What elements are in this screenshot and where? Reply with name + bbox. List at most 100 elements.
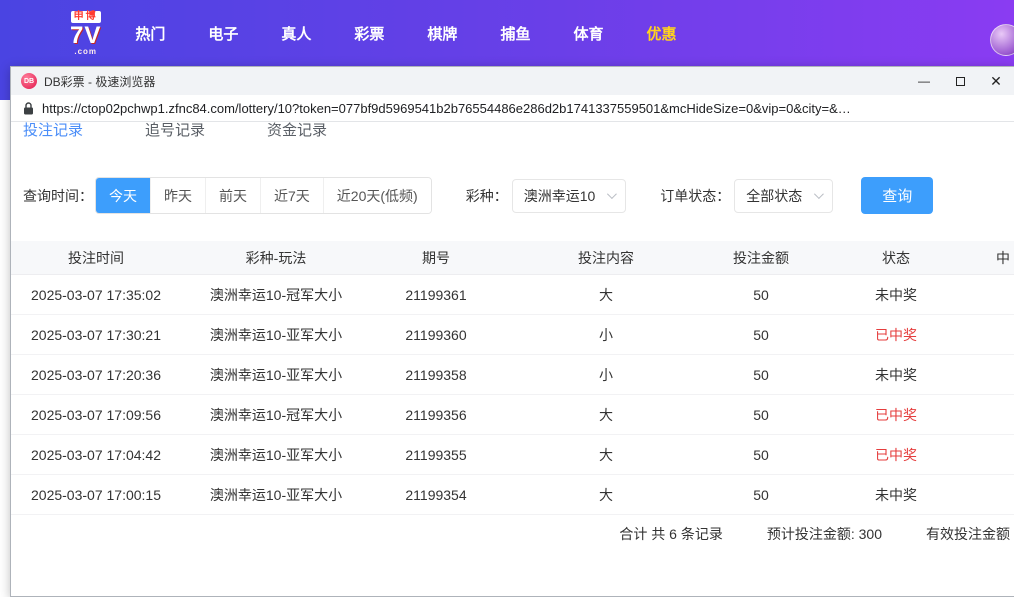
tab[interactable]: 投注记录 (23, 122, 83, 149)
lottery-select[interactable]: 澳洲幸运10 (512, 179, 627, 213)
lottery-select-value: 澳洲幸运10 (524, 186, 596, 206)
minimize-button[interactable]: — (906, 67, 942, 95)
browser-addressbar[interactable]: https://ctop02pchwp1.zfnc84.com/lottery/… (11, 95, 1014, 122)
site-logo-top-text: 申博 (71, 11, 101, 23)
nav-item[interactable]: 真人 (275, 19, 317, 48)
lock-icon (23, 102, 34, 115)
table-cell: 21199354 (371, 487, 501, 503)
status-cell: 已中奖 (811, 445, 981, 465)
nav-item[interactable]: 优惠 (640, 19, 682, 48)
table-row: 2025-03-07 17:30:21澳洲幸运10-亚军大小21199360小5… (11, 315, 1014, 355)
table-cell: 大 (501, 405, 711, 425)
nav-item[interactable]: 捕鱼 (494, 19, 536, 48)
window-titlebar[interactable]: DB DB彩票 - 极速浏览器 — ✕ (11, 67, 1014, 95)
nav-item[interactable]: 电子 (202, 19, 244, 48)
table-header-cell: 状态 (811, 248, 981, 268)
table-row: 2025-03-07 17:04:42澳洲幸运10-亚军大小21199355大5… (11, 435, 1014, 475)
table-row: 2025-03-07 17:00:15澳洲幸运10-亚军大小21199354大5… (11, 475, 1014, 515)
table-cell: 21199355 (371, 447, 501, 463)
table-cell: 21199361 (371, 287, 501, 303)
table-cell: 50 (711, 327, 811, 343)
table-header-cell: 投注内容 (501, 248, 711, 268)
table-cell: 澳洲幸运10-亚军大小 (181, 325, 371, 345)
table-cell: 大 (501, 285, 711, 305)
nav-item[interactable]: 彩票 (348, 19, 390, 48)
table-cell: 50 (711, 447, 811, 463)
maximize-button[interactable] (942, 67, 978, 95)
status-cell: 未中奖 (811, 285, 981, 305)
summary-item: 有效投注金额 (926, 524, 1010, 544)
table-cell: 50 (711, 287, 811, 303)
summary-item: 合计 共 6 条记录 (619, 524, 722, 544)
time-option[interactable]: 前天 (206, 178, 261, 213)
table-cell: 2025-03-07 17:04:42 (11, 447, 181, 463)
window-controls: — ✕ (906, 67, 1014, 95)
time-filter-label: 查询时间： (23, 186, 93, 206)
table-cell: 澳洲幸运10-亚军大小 (181, 445, 371, 465)
table-header-row: 投注时间彩种-玩法期号投注内容投注金额状态中 (11, 241, 1014, 275)
browser-window: DB DB彩票 - 极速浏览器 — ✕ https://ctop02pchwp1… (10, 66, 1014, 597)
time-option[interactable]: 近7天 (261, 178, 324, 213)
time-option[interactable]: 近20天(低频) (324, 178, 431, 213)
table-cell: 50 (711, 487, 811, 503)
user-avatar[interactable] (990, 24, 1014, 56)
chevron-down-icon (814, 189, 824, 199)
filter-bar: 查询时间： 今天昨天前天近7天近20天(低频) 彩种： 澳洲幸运10 订单状态：… (11, 177, 1014, 214)
maximize-icon (956, 77, 965, 86)
table-cell: 澳洲幸运10-亚军大小 (181, 485, 371, 505)
site-logo-sub-text: .com (74, 48, 97, 56)
table-row: 2025-03-07 17:20:36澳洲幸运10-亚军大小21199358小5… (11, 355, 1014, 395)
site-logo[interactable]: 申博 7V .com (70, 11, 101, 56)
table-header-cell: 期号 (371, 248, 501, 268)
table-cell: 50 (711, 407, 811, 423)
desktop: 申博 7V .com 热门 电子 真人 彩票 棋牌 捕鱼 体育 优惠 DB DB彩票 - 极速… (0, 0, 1014, 597)
tab[interactable]: 资金记录 (267, 122, 327, 149)
table-header-cell: 投注金额 (711, 248, 811, 268)
url-text[interactable]: https://ctop02pchwp1.zfnc84.com/lottery/… (42, 101, 851, 116)
table-cell: 小 (501, 325, 711, 345)
table-cell: 2025-03-07 17:00:15 (11, 487, 181, 503)
nav-item[interactable]: 体育 (567, 19, 609, 48)
table-cell: 21199358 (371, 367, 501, 383)
status-cell: 未中奖 (811, 365, 981, 385)
status-cell: 已中奖 (811, 405, 981, 425)
site-nav-items: 热门 电子 真人 彩票 棋牌 捕鱼 体育 优惠 (129, 19, 682, 48)
summary-bar: 合计 共 6 条记录 预计投注金额: 300 有效投注金额 (11, 524, 1014, 544)
status-cell: 已中奖 (811, 325, 981, 345)
nav-item[interactable]: 棋牌 (421, 19, 463, 48)
time-option[interactable]: 昨天 (151, 178, 206, 213)
table-cell: 大 (501, 445, 711, 465)
tab[interactable]: 追号记录 (145, 122, 205, 149)
chevron-down-icon (607, 189, 617, 199)
table-cell: 澳洲幸运10-冠军大小 (181, 285, 371, 305)
table-header-cell: 投注时间 (11, 248, 181, 268)
order-status-select[interactable]: 全部状态 (734, 179, 833, 213)
table-cell: 2025-03-07 17:09:56 (11, 407, 181, 423)
table-body: 2025-03-07 17:35:02澳洲幸运10-冠军大小21199361大5… (11, 275, 1014, 515)
table-header-cell: 彩种-玩法 (181, 248, 371, 268)
table-row: 2025-03-07 17:09:56澳洲幸运10-冠军大小21199356大5… (11, 395, 1014, 435)
table-row: 2025-03-07 17:35:02澳洲幸运10-冠军大小21199361大5… (11, 275, 1014, 315)
summary-item: 预计投注金额: 300 (767, 524, 882, 544)
table-cell: 2025-03-07 17:30:21 (11, 327, 181, 343)
time-filter-group: 今天昨天前天近7天近20天(低频) (95, 177, 432, 214)
nav-item[interactable]: 热门 (129, 19, 171, 48)
site-logo-main-text: 7V (70, 24, 101, 48)
order-status-label: 订单状态： (660, 186, 730, 206)
time-option[interactable]: 今天 (96, 178, 151, 213)
table-cell: 澳洲幸运10-冠军大小 (181, 405, 371, 425)
table-cell: 2025-03-07 17:35:02 (11, 287, 181, 303)
table-cell: 21199356 (371, 407, 501, 423)
record-tabs: 投注记录 追号记录 资金记录 (11, 122, 1014, 149)
table-cell: 澳洲幸运10-亚军大小 (181, 365, 371, 385)
close-button[interactable]: ✕ (978, 67, 1014, 95)
table-cell: 2025-03-07 17:20:36 (11, 367, 181, 383)
window-title: DB彩票 - 极速浏览器 (44, 73, 906, 90)
status-cell: 未中奖 (811, 485, 981, 505)
search-button[interactable]: 查询 (861, 177, 933, 214)
lottery-filter-label: 彩种： (466, 186, 508, 206)
table-cell: 50 (711, 367, 811, 383)
table-cell: 大 (501, 485, 711, 505)
table-cell: 小 (501, 365, 711, 385)
order-status-value: 全部状态 (746, 186, 802, 206)
